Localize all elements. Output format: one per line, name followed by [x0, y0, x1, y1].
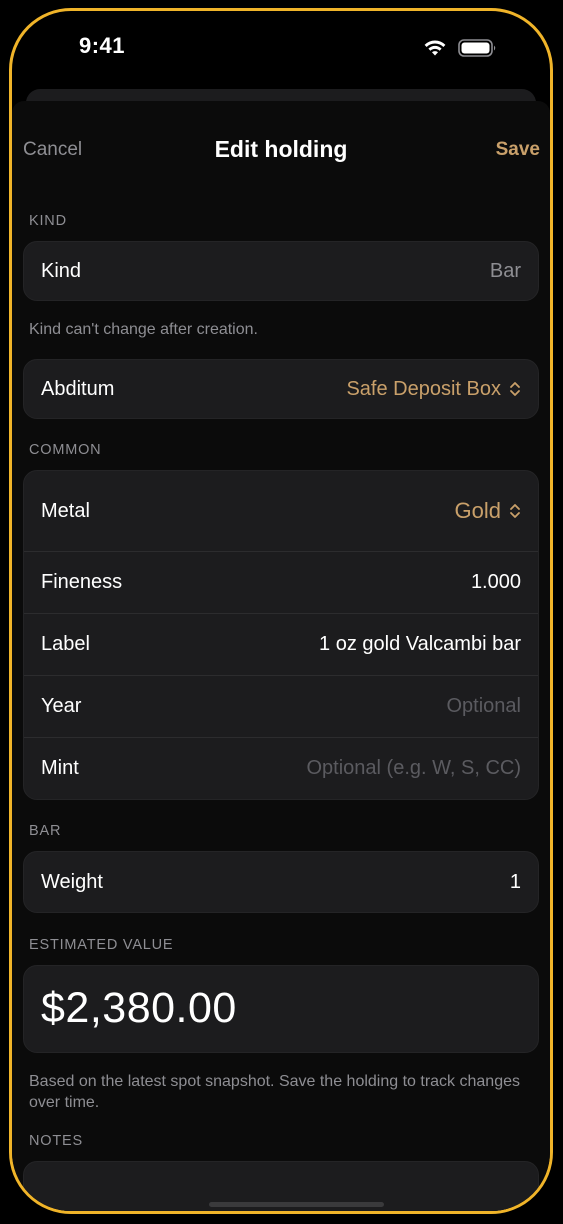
section-header-bar: BAR	[29, 823, 62, 839]
fineness-field[interactable]: 1.000	[471, 571, 521, 594]
navigation-bar: Cancel Edit holding Save	[12, 101, 550, 181]
section-header-common: COMMON	[29, 442, 102, 458]
section-header-kind: KIND	[29, 213, 67, 229]
weight-field[interactable]: 1	[510, 871, 521, 894]
estimated-value-card: $2,380.00	[23, 965, 539, 1053]
mint-row[interactable]: Mint Optional (e.g. W, S, CC)	[24, 737, 538, 799]
section-header-notes: NOTES	[29, 1133, 83, 1149]
edit-holding-sheet: Cancel Edit holding Save KIND Kind Bar K…	[12, 101, 550, 1211]
abditum-label: Abditum	[41, 377, 115, 400]
year-field[interactable]: Optional	[447, 695, 522, 718]
abditum-value: Safe Deposit Box	[346, 377, 501, 400]
abditum-row[interactable]: Abditum Safe Deposit Box	[24, 360, 538, 418]
abditum-picker[interactable]: Safe Deposit Box	[346, 378, 521, 401]
status-time: 9:41	[79, 33, 126, 58]
mint-label: Mint	[41, 757, 79, 779]
save-button[interactable]: Save	[496, 139, 540, 161]
weight-row[interactable]: Weight 1	[24, 852, 538, 912]
page-title: Edit holding	[214, 136, 348, 162]
metal-label: Metal	[41, 499, 90, 522]
section-header-estimated-value: ESTIMATED VALUE	[29, 937, 174, 953]
metal-row[interactable]: Metal Gold	[24, 471, 538, 551]
kind-label: Kind	[41, 259, 82, 282]
common-group: Metal Gold Fineness 1.000 Label 1 oz gol…	[23, 470, 539, 800]
home-indicator	[209, 1202, 384, 1207]
device-frame: 9:41 Cancel Edit holding Save KIND Kind …	[9, 8, 553, 1214]
battery-icon	[458, 39, 496, 57]
estimated-value-amount: $2,380.00	[41, 984, 237, 1032]
kind-group: Kind Bar	[23, 241, 539, 301]
label-label: Label	[41, 633, 90, 655]
abditum-group: Abditum Safe Deposit Box	[23, 359, 539, 419]
label-field[interactable]: 1 oz gold Valcambi bar	[319, 633, 521, 656]
label-row[interactable]: Label 1 oz gold Valcambi bar	[24, 613, 538, 675]
chevron-up-down-icon	[510, 504, 520, 518]
fineness-label: Fineness	[41, 571, 123, 593]
status-bar: 9:41	[12, 11, 550, 91]
metal-picker[interactable]: Gold	[455, 498, 521, 524]
bar-group: Weight 1	[23, 851, 539, 913]
metal-value: Gold	[454, 498, 501, 523]
estimated-value-footer: Based on the latest spot snapshot. Save …	[29, 1073, 520, 1111]
chevron-up-down-icon	[510, 382, 520, 396]
wifi-icon	[424, 40, 446, 56]
kind-value: Bar	[489, 259, 521, 282]
kind-footer: Kind can't change after creation.	[29, 321, 258, 338]
kind-row: Kind Bar	[24, 242, 538, 300]
mint-field[interactable]: Optional (e.g. W, S, CC)	[306, 757, 521, 780]
year-row[interactable]: Year Optional	[24, 675, 538, 737]
year-label: Year	[41, 695, 82, 717]
weight-label: Weight	[41, 870, 103, 893]
fineness-row[interactable]: Fineness 1.000	[24, 551, 538, 613]
